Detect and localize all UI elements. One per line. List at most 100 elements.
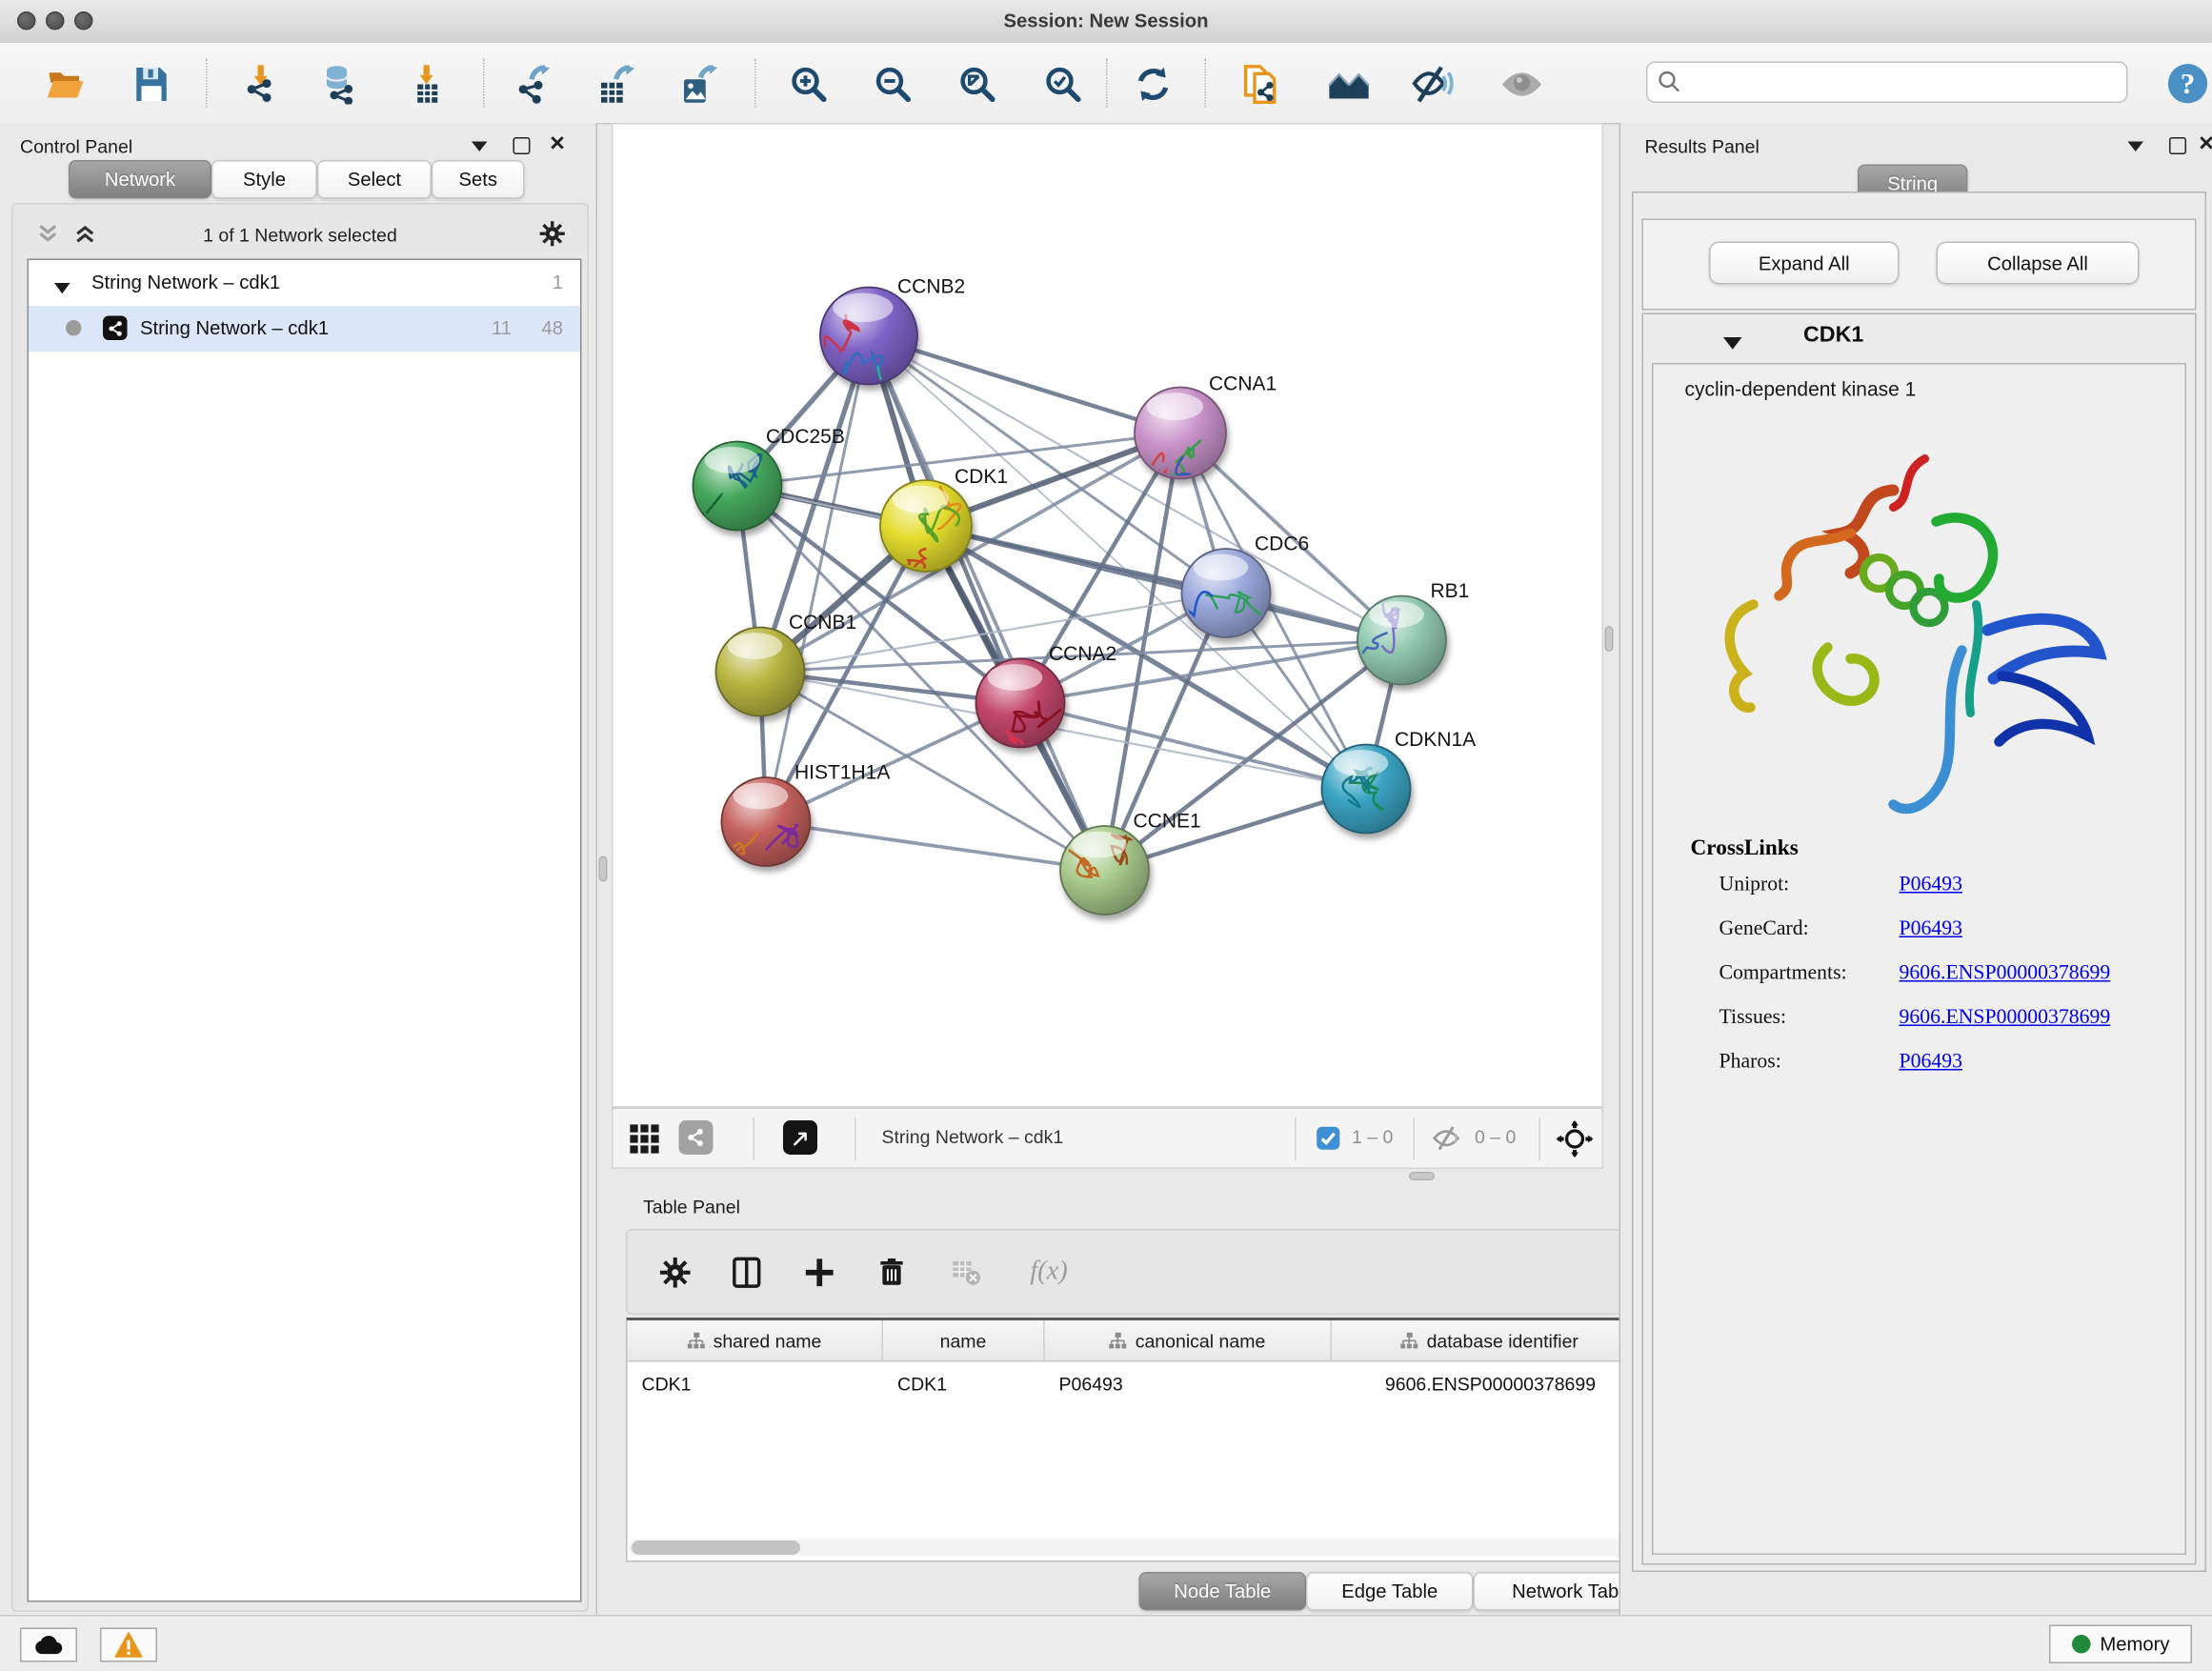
crosslink-value-link[interactable]: P06493 bbox=[1900, 874, 1962, 898]
collection-count: 1 bbox=[553, 272, 563, 293]
memory-button[interactable]: Memory bbox=[2049, 1625, 2192, 1664]
crosslink-value-link[interactable]: P06493 bbox=[1900, 1051, 1962, 1076]
crosslink-value-link[interactable]: 9606.ENSP00000378699 bbox=[1900, 962, 2111, 987]
open-session-icon[interactable] bbox=[45, 63, 88, 106]
column-header-canonical-name[interactable]: canonical name bbox=[1045, 1320, 1333, 1360]
column-header-name[interactable]: name bbox=[883, 1320, 1045, 1360]
selected-checkbox-icon[interactable] bbox=[1317, 1126, 1341, 1158]
column-header-database-identifier[interactable]: database identifier bbox=[1332, 1320, 1649, 1360]
open-in-browser-icon[interactable] bbox=[783, 1120, 817, 1155]
cell-database-identifier[interactable]: 9606.ENSP00000378699 bbox=[1332, 1362, 1649, 1405]
string-network-icon[interactable] bbox=[679, 1120, 714, 1155]
warning-icon[interactable] bbox=[100, 1628, 157, 1662]
import-network-file-icon[interactable] bbox=[239, 63, 282, 106]
cell-name[interactable]: CDK1 bbox=[883, 1362, 1045, 1405]
node-label-CCNA2: CCNA2 bbox=[1049, 643, 1116, 665]
zoom-fit-icon[interactable] bbox=[956, 63, 999, 106]
tab-edge-table[interactable]: Edge Table bbox=[1306, 1572, 1474, 1611]
results-panel-menu-icon[interactable] bbox=[2123, 136, 2146, 156]
crosslink-label: Tissues: bbox=[1719, 1006, 1787, 1031]
network-tree-row[interactable]: String Network – cdk1 11 48 bbox=[29, 306, 580, 352]
help-icon[interactable]: ? bbox=[2166, 62, 2209, 105]
table-settings-gear-icon[interactable] bbox=[654, 1251, 696, 1294]
right-splitter-handle[interactable] bbox=[1605, 626, 1614, 652]
column-label: name bbox=[940, 1330, 987, 1352]
protein-structure-image bbox=[1697, 433, 2111, 827]
crosslink-row: Uniprot:P06493 bbox=[1654, 874, 2185, 905]
toolbar-separator bbox=[483, 59, 485, 108]
crosslink-label: Pharos: bbox=[1719, 1051, 1781, 1076]
collapse-all-button[interactable]: Collapse All bbox=[1937, 242, 2140, 285]
node-CCNA1[interactable] bbox=[1135, 388, 1226, 520]
expand-all-button[interactable]: Expand All bbox=[1709, 242, 1900, 285]
node-CCNB2[interactable] bbox=[806, 288, 932, 422]
column-header-shared-name[interactable]: shared name bbox=[628, 1320, 884, 1360]
edge-HIST1H1A-CCNE1[interactable] bbox=[766, 822, 1105, 871]
gene-section: CDK1 cyclin-dependent kinase 1 bbox=[1642, 313, 2197, 1565]
table-hscrollbar-thumb[interactable] bbox=[632, 1540, 800, 1555]
node-label-CDC25B: CDC25B bbox=[766, 426, 845, 448]
edge-layer bbox=[737, 336, 1402, 871]
import-table-file-icon[interactable] bbox=[405, 63, 448, 106]
network-view-title: String Network – cdk1 bbox=[882, 1126, 1064, 1148]
results-panel-title: Results Panel bbox=[1645, 136, 1760, 158]
update-style-icon[interactable] bbox=[1132, 63, 1175, 106]
export-image-icon[interactable] bbox=[676, 63, 719, 106]
delete-column-icon[interactable] bbox=[871, 1251, 914, 1294]
save-session-icon[interactable] bbox=[131, 63, 173, 106]
birds-eye-grid-icon[interactable] bbox=[629, 1123, 660, 1162]
node-CDKN1A[interactable] bbox=[1322, 745, 1411, 834]
cell-shared-name[interactable]: CDK1 bbox=[628, 1362, 884, 1405]
export-table-icon[interactable] bbox=[593, 63, 636, 106]
share-document-icon[interactable] bbox=[1240, 63, 1283, 106]
left-splitter-handle[interactable] bbox=[599, 856, 608, 882]
show-columns-icon[interactable] bbox=[725, 1251, 768, 1294]
control-panel-float-icon[interactable] bbox=[511, 136, 533, 156]
node-label-CCNB2: CCNB2 bbox=[897, 276, 965, 298]
string-home-icon[interactable] bbox=[1328, 63, 1371, 106]
crosslink-value-link[interactable]: 9606.ENSP00000378699 bbox=[1900, 1006, 2111, 1031]
hide-show-icon[interactable] bbox=[1412, 63, 1455, 106]
table-panel-title: Table Panel bbox=[643, 1197, 740, 1218]
export-network-icon[interactable] bbox=[511, 63, 553, 106]
results-panel-close-icon[interactable]: ✕ bbox=[2195, 133, 2212, 153]
application-window: Session: New Session bbox=[0, 0, 2212, 1671]
crosslink-value-link[interactable]: P06493 bbox=[1900, 917, 1962, 942]
cell-canonical-name[interactable]: P06493 bbox=[1045, 1362, 1333, 1405]
node-RB1[interactable] bbox=[1297, 596, 1446, 685]
node-HIST1H1A[interactable] bbox=[693, 777, 810, 884]
zoom-in-icon[interactable] bbox=[788, 63, 831, 106]
edge-CCNB2-HIST1H1A[interactable] bbox=[766, 336, 869, 822]
tab-style[interactable]: Style bbox=[211, 160, 317, 199]
crosslink-row: Pharos: P06493 bbox=[1654, 1051, 2185, 1082]
results-panel: Results Panel ✕ String Expand All Collap… bbox=[1619, 123, 2212, 1615]
tab-sets[interactable]: Sets bbox=[432, 160, 525, 199]
import-network-database-icon[interactable] bbox=[319, 63, 362, 106]
hidden-node-edge-counts: 0 – 0 bbox=[1475, 1126, 1516, 1148]
bottom-splitter-handle[interactable] bbox=[1409, 1172, 1435, 1180]
search-input[interactable] bbox=[1646, 62, 2128, 104]
fit-content-crosshair-icon[interactable] bbox=[1557, 1120, 1594, 1165]
control-panel-close-icon[interactable]: ✕ bbox=[546, 133, 569, 153]
network-options-gear-icon[interactable] bbox=[539, 220, 567, 254]
network-tree-root-row[interactable]: String Network – cdk1 1 bbox=[29, 260, 580, 306]
node-CDC25B[interactable] bbox=[668, 442, 781, 538]
results-panel-float-icon[interactable] bbox=[2166, 136, 2189, 156]
gene-description: cyclin-dependent kinase 1 bbox=[1685, 377, 1917, 400]
add-column-icon[interactable] bbox=[797, 1251, 840, 1294]
tab-select[interactable]: Select bbox=[317, 160, 432, 199]
network-canvas[interactable]: CCNB2CCNA1CDC25BCDK1CDC6RB1CCNB1CCNA2CDK… bbox=[612, 123, 1603, 1108]
section-collapse-triangle-icon[interactable] bbox=[1723, 332, 1742, 357]
node-CCNB1[interactable] bbox=[716, 628, 805, 716]
tab-network[interactable]: Network bbox=[69, 160, 211, 199]
zoom-out-icon[interactable] bbox=[872, 63, 915, 106]
toolbar-search bbox=[1646, 62, 2128, 104]
cloud-icon[interactable] bbox=[20, 1628, 77, 1662]
network-graph[interactable]: CCNB2CCNA1CDC25BCDK1CDC6RB1CCNB1CCNA2CDK… bbox=[613, 125, 1602, 1107]
edge-CCNB2-CCNE1[interactable] bbox=[869, 336, 1105, 871]
tab-node-table[interactable]: Node Table bbox=[1139, 1572, 1307, 1611]
control-panel-menu-icon[interactable] bbox=[468, 136, 491, 156]
zoom-selected-icon[interactable] bbox=[1042, 63, 1085, 106]
tree-expand-triangle-icon[interactable] bbox=[54, 277, 70, 299]
title-bar: Session: New Session bbox=[0, 0, 2212, 45]
